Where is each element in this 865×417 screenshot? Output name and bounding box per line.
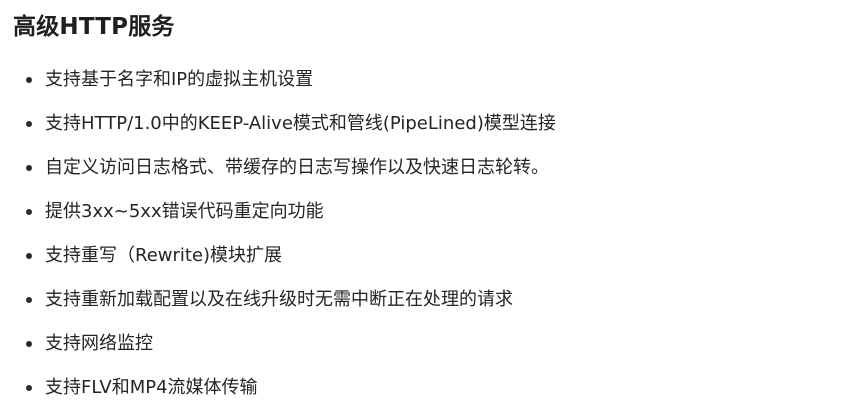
feature-text: 提供3xx~5xx错误代码重定向功能	[45, 201, 324, 222]
bullet-dot-icon	[26, 341, 32, 347]
feature-item-rewrite: 支持重写（Rewrite)模块扩展	[13, 241, 865, 285]
bullet-dot-icon	[26, 385, 32, 391]
bullet-dot-icon	[26, 121, 32, 127]
section-heading: 高级HTTP服务	[13, 14, 175, 40]
feature-item-network-monitor: 支持网络监控	[13, 329, 865, 373]
bullet-dot-icon	[26, 297, 32, 303]
feature-item-streaming: 支持FLV和MP4流媒体传输	[13, 373, 865, 417]
bullet-dot-icon	[26, 165, 32, 171]
feature-text: 支持重新加载配置以及在线升级时无需中断正在处理的请求	[45, 289, 513, 310]
feature-text: 支持FLV和MP4流媒体传输	[45, 377, 258, 398]
bullet-dot-icon	[26, 77, 32, 83]
feature-item-redirect: 提供3xx~5xx错误代码重定向功能	[13, 197, 865, 241]
feature-list: 支持基于名字和IP的虚拟主机设置 支持HTTP/1.0中的KEEP-Alive模…	[13, 65, 865, 417]
feature-text: 支持网络监控	[45, 333, 153, 354]
feature-text: 支持重写（Rewrite)模块扩展	[45, 245, 283, 266]
feature-item-reload-upgrade: 支持重新加载配置以及在线升级时无需中断正在处理的请求	[13, 285, 865, 329]
feature-text: 自定义访问日志格式、带缓存的日志写操作以及快速日志轮转。	[45, 157, 549, 178]
feature-item-keep-alive: 支持HTTP/1.0中的KEEP-Alive模式和管线(PipeLined)模型…	[13, 109, 865, 153]
feature-item-virtual-host: 支持基于名字和IP的虚拟主机设置	[13, 65, 865, 109]
feature-text: 支持基于名字和IP的虚拟主机设置	[45, 69, 314, 90]
feature-text: 支持HTTP/1.0中的KEEP-Alive模式和管线(PipeLined)模型…	[45, 113, 556, 134]
feature-item-access-log: 自定义访问日志格式、带缓存的日志写操作以及快速日志轮转。	[13, 153, 865, 197]
bullet-dot-icon	[26, 253, 32, 259]
document-page: 高级HTTP服务 支持基于名字和IP的虚拟主机设置 支持HTTP/1.0中的KE…	[0, 0, 865, 411]
bullet-dot-icon	[26, 209, 32, 215]
